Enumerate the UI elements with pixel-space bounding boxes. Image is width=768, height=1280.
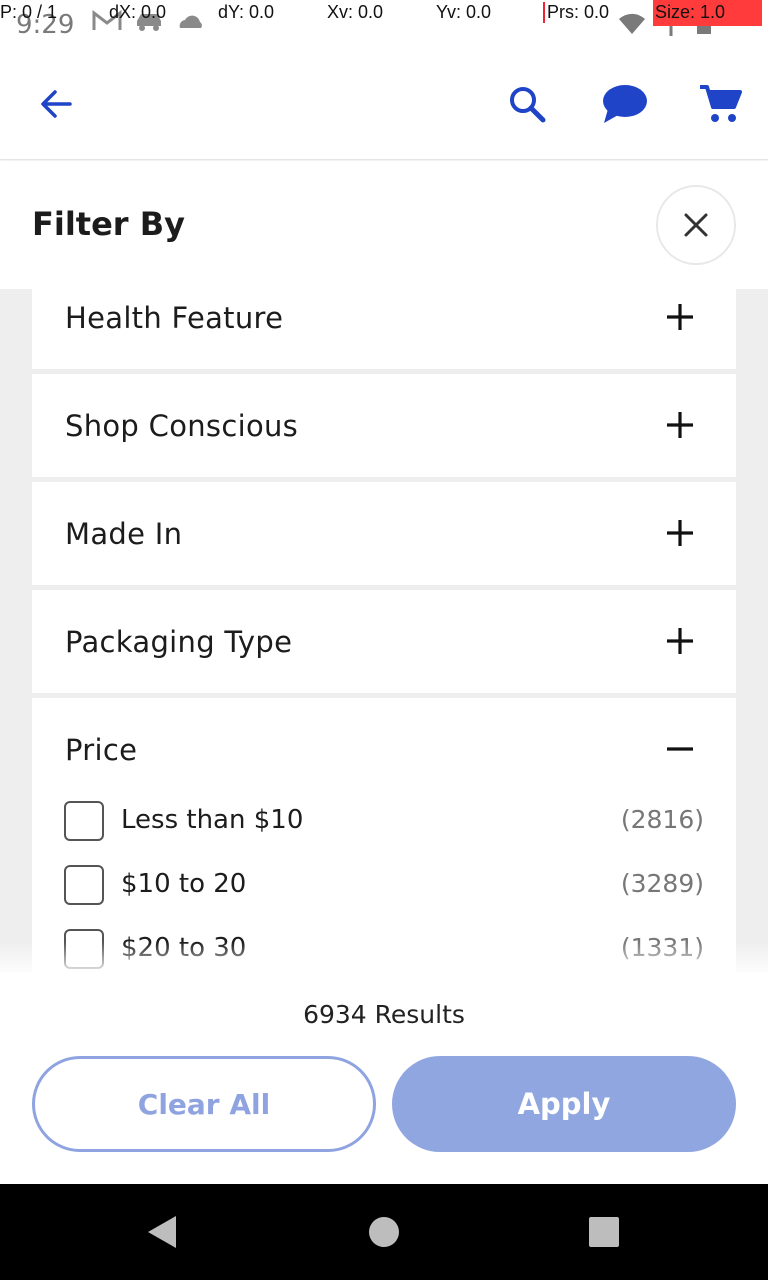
plus-icon[interactable] <box>664 301 696 333</box>
plus-icon[interactable] <box>664 517 696 549</box>
plus-icon[interactable] <box>664 409 696 441</box>
status-bar: 9:29 P: 0 / 1 dX: 0.0 dY: 0.0 Xv: 0.0 Yv… <box>0 0 768 44</box>
cart-button[interactable] <box>696 80 744 128</box>
filter-section-price[interactable]: Price Less than $10 (2816) $10 to 20 (32… <box>32 698 736 972</box>
chat-icon <box>603 85 647 123</box>
debug-xv: Xv: 0.0 <box>327 2 384 22</box>
debug-dy: dY: 0.0 <box>218 2 275 22</box>
debug-size: Size: 1.0 <box>653 0 762 26</box>
minus-icon[interactable] <box>664 733 696 765</box>
section-label: Health Feature <box>65 301 284 335</box>
clear-all-button[interactable]: Clear All <box>32 1056 376 1152</box>
section-label: Price <box>65 733 138 767</box>
price-option-row[interactable]: Less than $10 (2816) <box>64 801 704 841</box>
close-icon <box>684 213 708 237</box>
cart-icon <box>700 85 742 122</box>
price-option-row[interactable]: $10 to 20 (3289) <box>64 865 704 905</box>
pointer-debug-overlay: P: 0 / 1 dX: 0.0 dY: 0.0 Xv: 0.0 Yv: 0.0… <box>0 0 768 28</box>
filter-section-health-feature[interactable]: Health Feature <box>32 289 736 369</box>
debug-pointer: P: 0 / 1 <box>0 2 58 22</box>
section-label: Packaging Type <box>65 625 293 659</box>
price-option-count: (2816) <box>620 805 704 834</box>
chat-button[interactable] <box>598 80 650 128</box>
filter-header: Filter By <box>0 161 768 289</box>
search-button[interactable] <box>503 80 551 128</box>
nav-recents-icon[interactable] <box>589 1217 619 1247</box>
section-label: Made In <box>65 517 183 551</box>
price-option-label: $10 to 20 <box>121 869 247 899</box>
plus-icon[interactable] <box>664 625 696 657</box>
apply-button[interactable]: Apply <box>392 1056 736 1152</box>
price-checkbox[interactable] <box>64 801 104 841</box>
search-icon <box>510 87 546 123</box>
back-button[interactable] <box>32 80 80 128</box>
section-label: Shop Conscious <box>65 409 299 443</box>
system-nav-bar <box>0 1184 768 1280</box>
filter-title: Filter By <box>32 205 185 243</box>
debug-yv: Yv: 0.0 <box>436 2 492 22</box>
filter-section-made-in[interactable]: Made In <box>32 482 736 585</box>
debug-dx: dX: 0.0 <box>109 2 167 22</box>
debug-prs: Prs: 0.0 <box>543 2 609 23</box>
results-count: 6934 Results <box>303 1000 465 1029</box>
price-option-label: Less than $10 <box>121 805 304 835</box>
filter-section-shop-conscious[interactable]: Shop Conscious <box>32 374 736 477</box>
scroll-fade <box>0 942 768 972</box>
close-filter-button[interactable] <box>656 185 736 265</box>
price-option-count: (3289) <box>620 869 704 898</box>
nav-back-icon[interactable] <box>146 1214 178 1250</box>
filter-section-packaging-type[interactable]: Packaging Type <box>32 590 736 693</box>
top-app-bar <box>0 44 768 160</box>
filter-footer: 6934 Results Clear All Apply <box>0 972 768 1184</box>
price-checkbox[interactable] <box>64 865 104 905</box>
filter-list[interactable]: Health Feature Shop Conscious Made In Pa… <box>0 289 768 972</box>
back-arrow-icon <box>41 90 72 118</box>
nav-home-icon[interactable] <box>369 1217 399 1247</box>
